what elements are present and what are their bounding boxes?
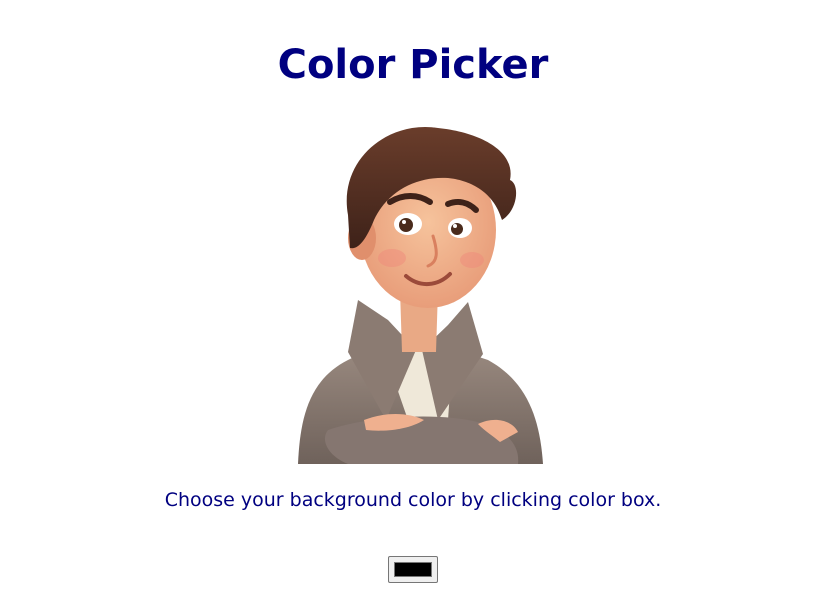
- avatar-image: [288, 120, 548, 464]
- page-title: Color Picker: [277, 42, 549, 88]
- color-swatch: [394, 562, 432, 577]
- instructions-text: Choose your background color by clicking…: [164, 489, 662, 511]
- background-color-picker[interactable]: [388, 556, 438, 583]
